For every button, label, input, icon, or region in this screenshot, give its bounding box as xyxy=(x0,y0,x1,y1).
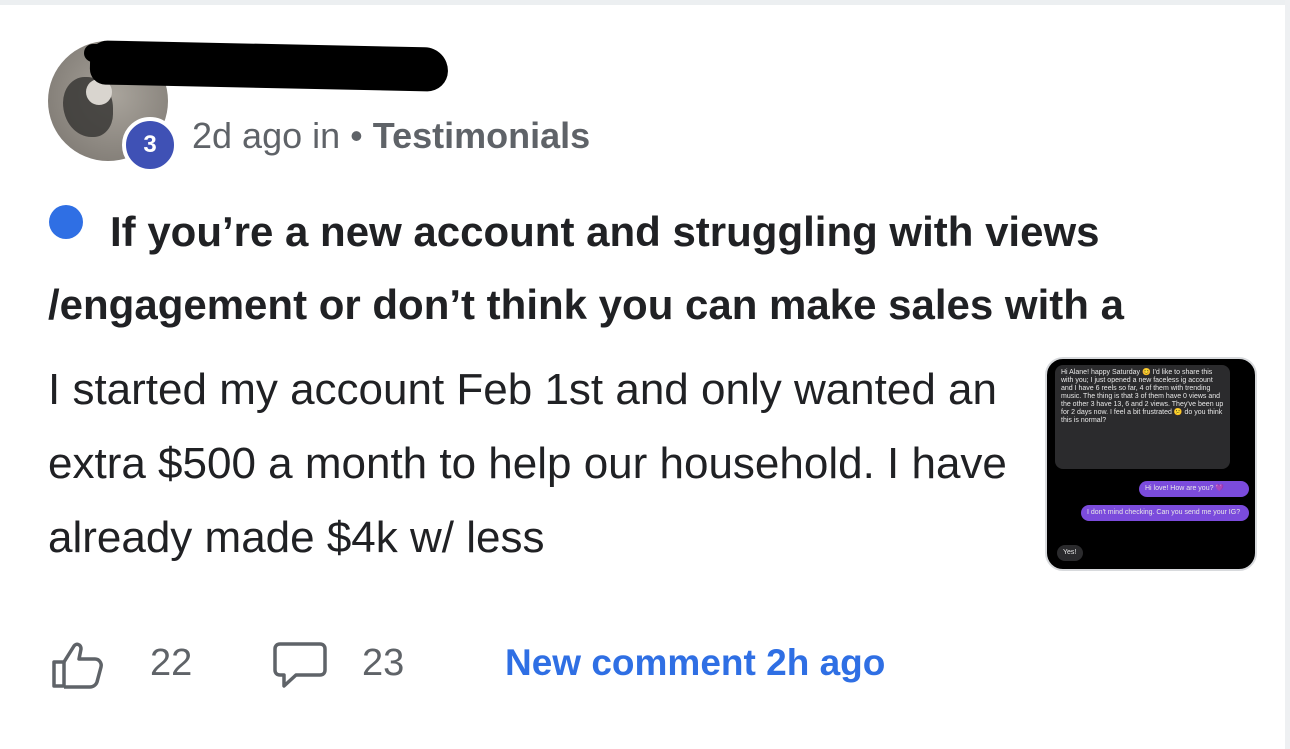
redacted-author-name xyxy=(89,40,449,92)
post-meta: 2d ago in • Testimonials xyxy=(192,114,590,158)
post-body-preview[interactable]: I started my account Feb 1st and only wa… xyxy=(48,353,1008,575)
post-time: 2d ago in xyxy=(192,115,341,156)
chat-bubble-incoming: Yes! xyxy=(1057,545,1083,561)
thumbs-up-icon[interactable] xyxy=(50,640,106,690)
right-scroll-edge xyxy=(1285,0,1290,749)
top-divider xyxy=(0,0,1290,5)
chat-bubble-outgoing: I don't mind checking. Can you send me y… xyxy=(1081,505,1249,521)
comment-icon[interactable] xyxy=(272,640,328,690)
level-badge: 3 xyxy=(122,117,178,173)
chat-bubble-outgoing: Hi love! How are you? 💜 xyxy=(1139,481,1249,497)
post-category-link[interactable]: Testimonials xyxy=(373,115,590,156)
comment-count: 23 xyxy=(362,642,405,684)
post-title[interactable]: If you’re a new account and struggling w… xyxy=(48,195,1228,341)
meta-separator: • xyxy=(350,115,363,156)
post-attachment-thumbnail[interactable]: Hi Alane! happy Saturday 😊 I'd like to s… xyxy=(1045,357,1257,571)
like-count: 22 xyxy=(150,642,193,684)
chat-bubble-incoming: Hi Alane! happy Saturday 😊 I'd like to s… xyxy=(1055,365,1230,469)
new-comment-link[interactable]: New comment 2h ago xyxy=(505,640,885,686)
